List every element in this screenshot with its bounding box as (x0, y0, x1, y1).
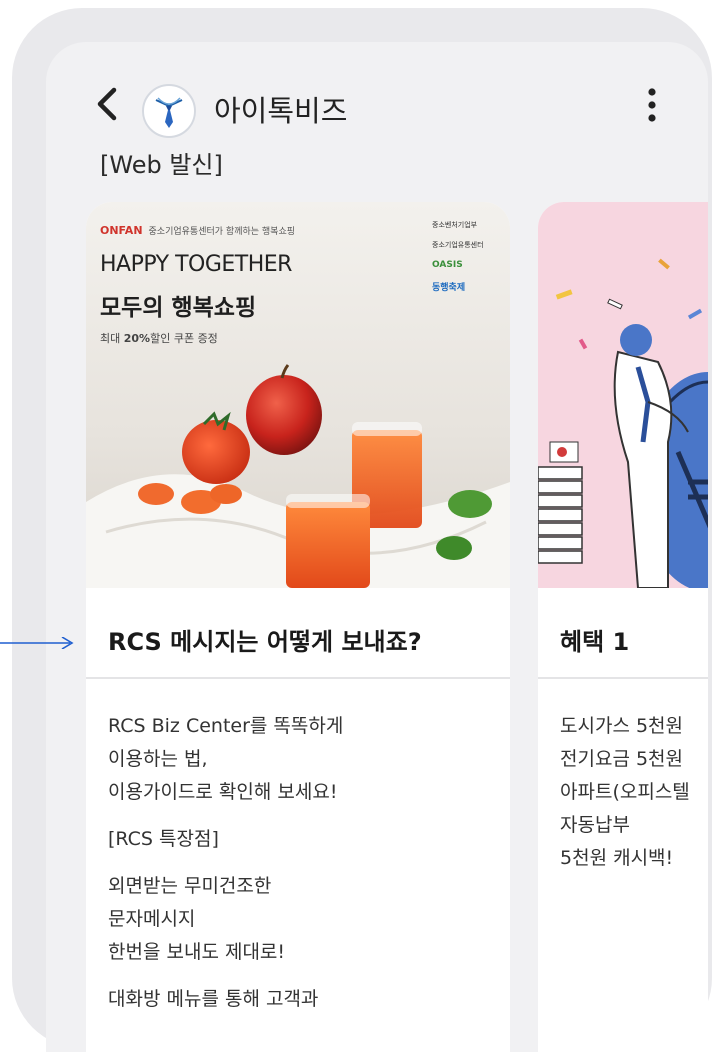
promo-top-line: ONFAN 중소기업유통센터가 함께하는 행복쇼핑 (100, 224, 295, 237)
card-2-title: 혜택 1 (560, 628, 630, 656)
sender-tag: [Web 발신] (100, 151, 223, 179)
vertical-dots-icon (648, 88, 656, 122)
card-2-line-2: 전기요금 5천원 (560, 748, 684, 770)
card-1-paragraph-1: RCS Biz Center를 똑똑하게이용하는 법, 이용가이드로 확인해 보세… (108, 710, 498, 809)
promo-discount-prefix: 최대 (100, 332, 124, 345)
partner-logo-3: OASIS (432, 260, 463, 270)
promo-discount: 최대 20%할인 쿠폰 증정 (100, 330, 218, 346)
partner-logo-1: 중소벤처기업부 (432, 221, 478, 229)
card-2-line-4: 자동납부 (560, 814, 630, 836)
card-2-line-5: 5천원 캐시백! (560, 847, 674, 869)
card-2-paragraph-1: 도시가스 5천원전기요금 5천원아파트(오피스텔자동납부 5천원 캐시백! (560, 710, 708, 875)
card-1-line-3: 이용가이드로 확인해 보세요! (108, 781, 338, 803)
card-1-divider (86, 677, 510, 679)
rich-card-1[interactable]: ONFAN 중소기업유통센터가 함께하는 행복쇼핑 HAPPY TOGETHER … (86, 202, 510, 1052)
promo-subhead: 모두의 행복쇼핑 (100, 295, 257, 321)
card-1-paragraph-3: 외면받는 무미건조한문자메시지한번을 보내도 제대로! (108, 870, 498, 969)
card-1-line-4: [RCS 특장점] (108, 828, 219, 850)
card-1-image: ONFAN 중소기업유통센터가 함께하는 행복쇼핑 HAPPY TOGETHER … (86, 202, 510, 588)
avatar[interactable] (142, 84, 196, 138)
card-2-line-1: 도시가스 5천원 (560, 715, 684, 737)
card-1-line-7: 한번을 보내도 제대로! (108, 941, 286, 963)
rich-card-carousel[interactable]: ONFAN 중소기업유통센터가 함께하는 행복쇼핑 HAPPY TOGETHER … (46, 202, 708, 1052)
card-1-line-5: 외면받는 무미건조한 (108, 875, 272, 897)
card-1-title: RCS 메시지는 어떻게 보내죠? (108, 628, 422, 656)
promo-headline: HAPPY TOGETHER (100, 252, 292, 277)
card-1-line-8: 대화방 메뉴를 통해 고객과 (108, 988, 319, 1010)
card-1-paragraph-4: 대화방 메뉴를 통해 고객과 (108, 983, 498, 1016)
card-2-line-3: 아파트(오피스텔 (560, 781, 690, 803)
cashback-illustration (538, 202, 708, 588)
card-1-line-1: RCS Biz Center를 똑똑하게 (108, 715, 344, 737)
card-1-line-2: 이용하는 법, (108, 748, 208, 770)
chat-screen: 아이톡비즈 [Web 발신] ONFAN 중소기업유통센터가 함께하는 행복쇼핑… (46, 42, 708, 1052)
partner-logo-4: 동행축제 (432, 283, 466, 293)
chat-header: 아이톡비즈 (46, 42, 708, 142)
promo-discount-value: 20% (123, 332, 151, 345)
phone-frame: 아이톡비즈 [Web 발신] ONFAN 중소기업유통센터가 함께하는 행복쇼핑… (12, 8, 712, 1052)
arrow-right-icon (0, 637, 74, 649)
promo-discount-suffix: 할인 쿠폰 증정 (150, 332, 218, 345)
card-1-paragraph-2: [RCS 특장점] (108, 823, 498, 856)
chevron-left-icon (97, 87, 117, 121)
partner-logo-2: 중소기업유통센터 (432, 241, 484, 249)
promo-top-text: 중소기업유통센터가 함께하는 행복쇼핑 (148, 227, 296, 237)
card-2-body: 도시가스 5천원전기요금 5천원아파트(오피스텔자동납부 5천원 캐시백! (560, 710, 708, 889)
app-title: 아이톡비즈 (214, 94, 348, 128)
card-2-image (538, 202, 708, 588)
card-2-divider (538, 677, 708, 679)
more-options-button[interactable] (634, 84, 670, 128)
promo-brand: ONFAN (100, 224, 143, 237)
card-1-body: RCS Biz Center를 똑똑하게이용하는 법, 이용가이드로 확인해 보세… (108, 710, 498, 1030)
rich-card-2[interactable]: 혜택 1 도시가스 5천원전기요금 5천원아파트(오피스텔자동납부 5천원 캐시백… (538, 202, 708, 1052)
back-button[interactable] (92, 82, 122, 126)
tie-logo-icon (155, 97, 183, 128)
promo-partner-logos: 중소벤처기업부 중소기업유통센터 OASIS 동행축제 (432, 220, 502, 303)
card-1-line-6: 문자메시지 (108, 908, 196, 930)
